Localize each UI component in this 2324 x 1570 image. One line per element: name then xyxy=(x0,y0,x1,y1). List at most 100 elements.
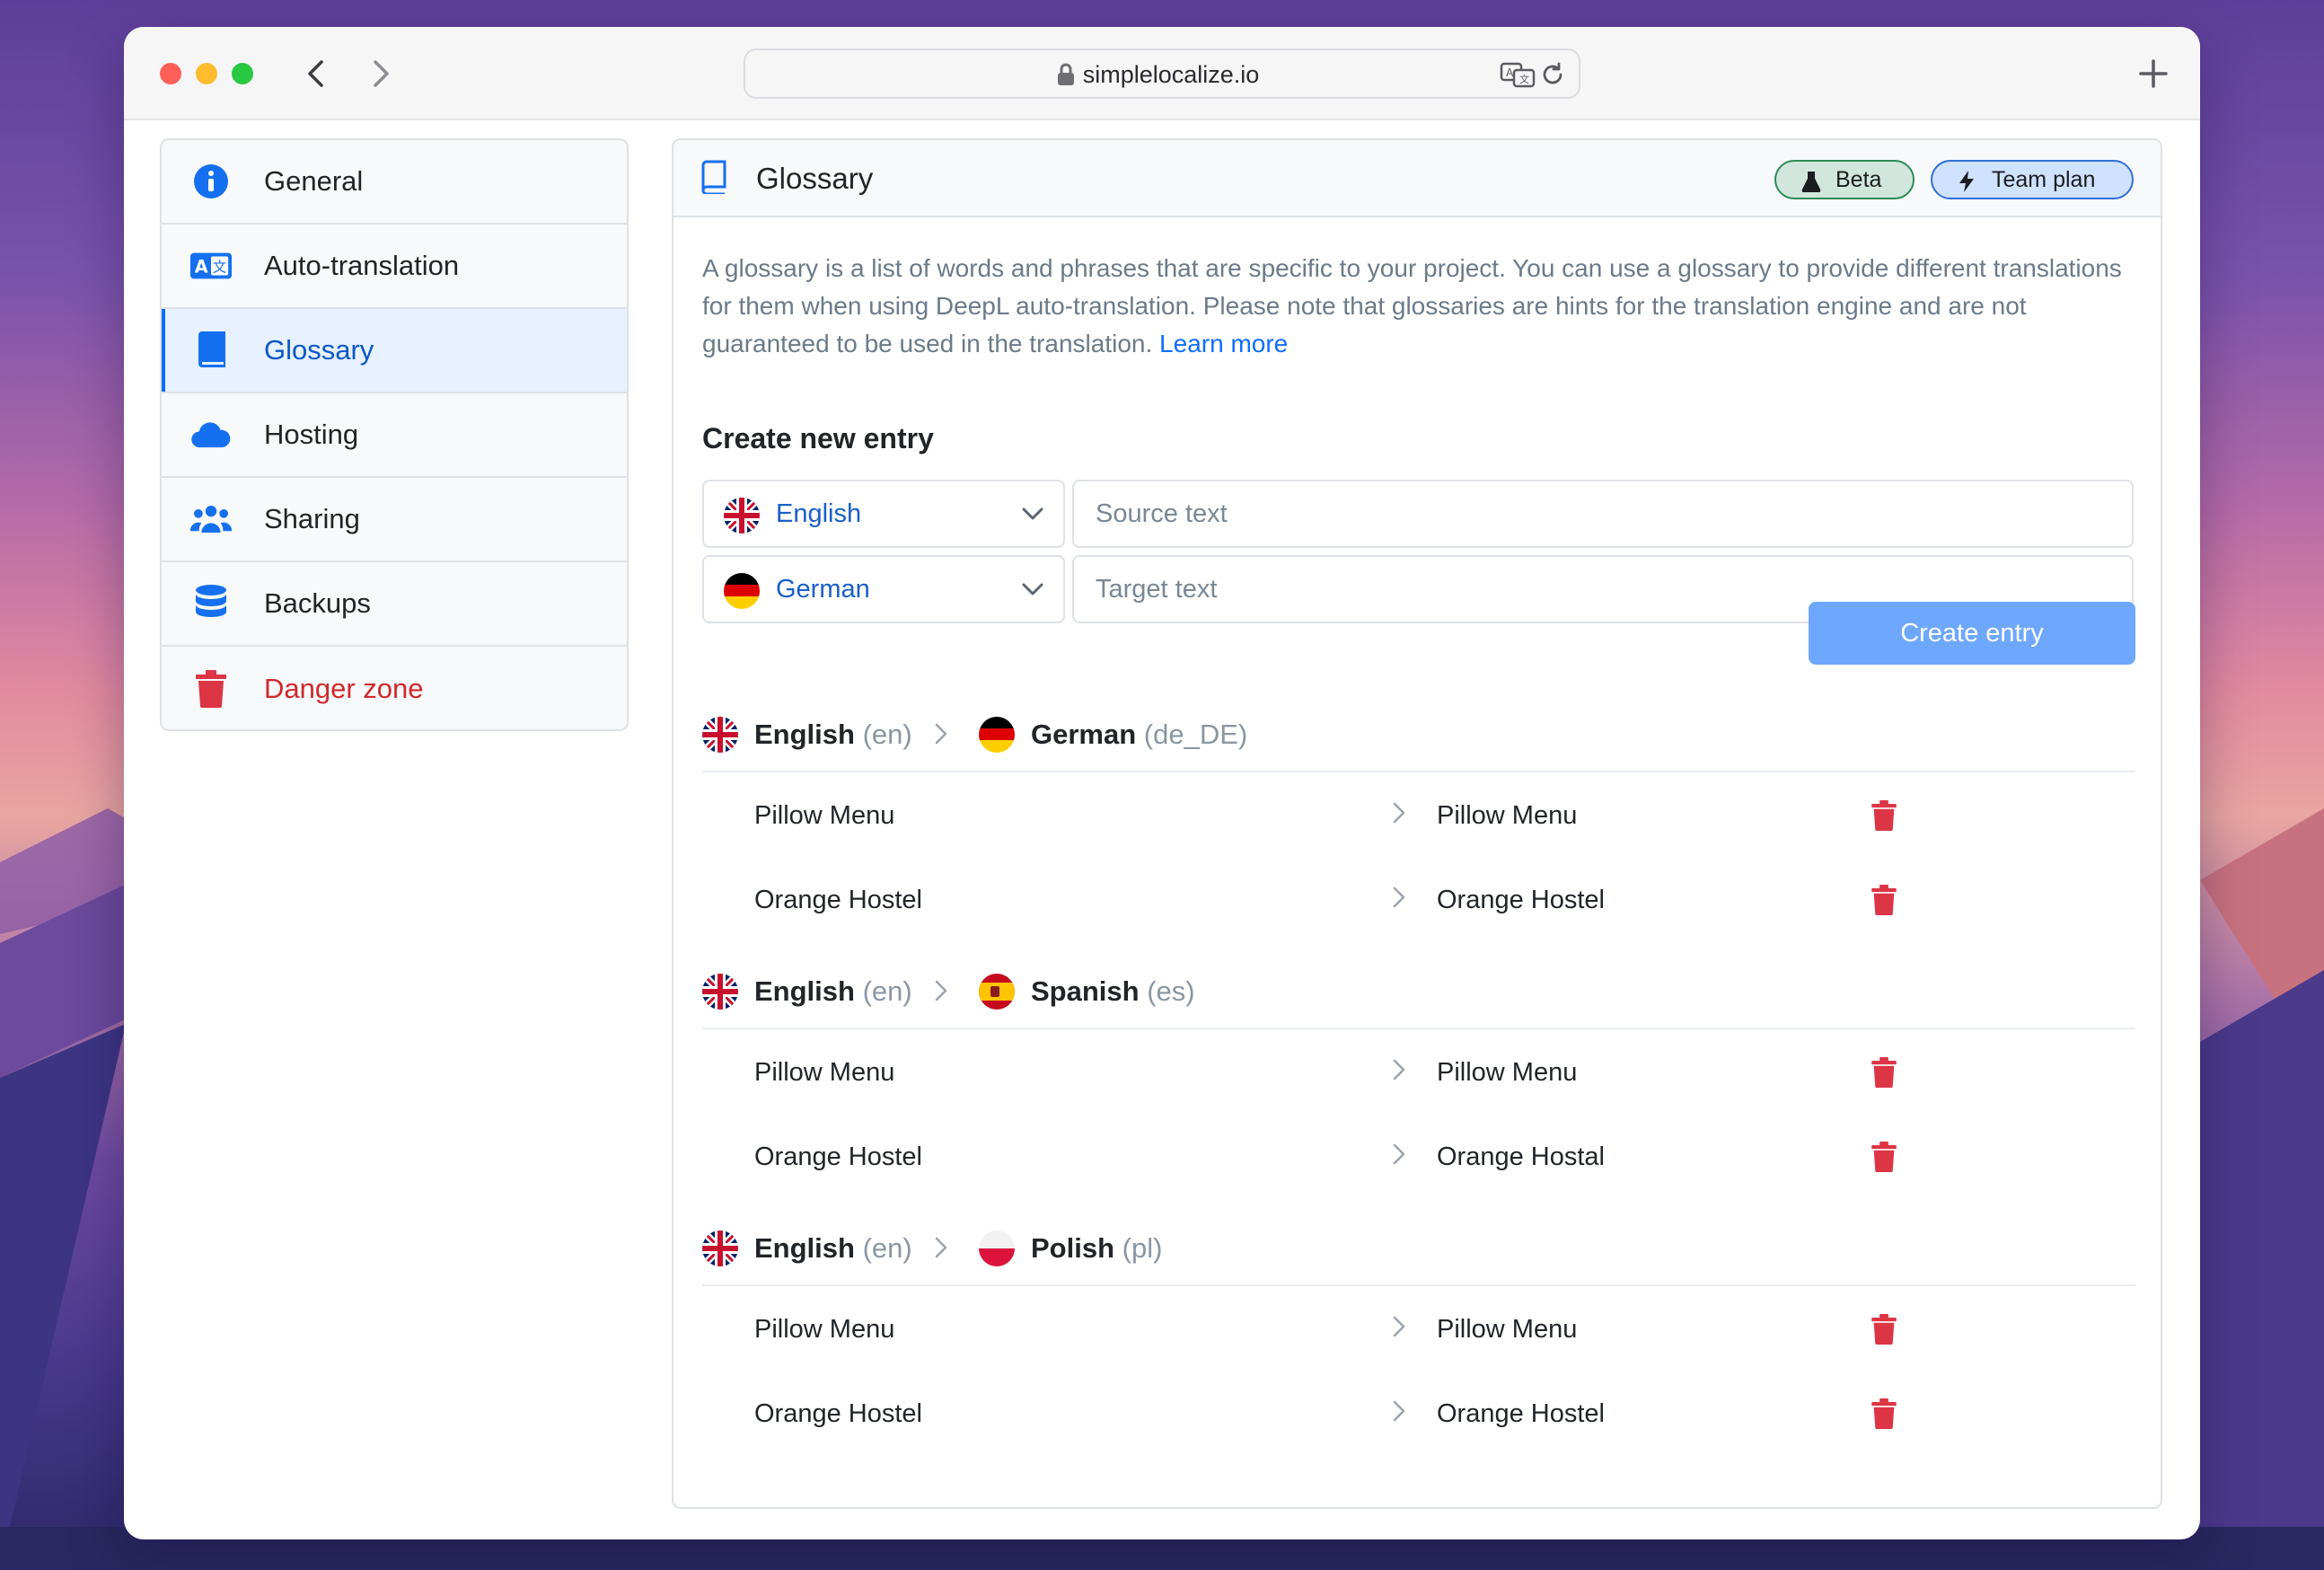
delete-entry-button[interactable] xyxy=(1866,1137,1902,1177)
flask-icon xyxy=(1801,172,1821,192)
delete-entry-button[interactable] xyxy=(1866,880,1902,920)
group-source-language: English (en) xyxy=(754,975,912,1008)
entry-target-text: Orange Hostel xyxy=(1437,886,1605,914)
glossary-group-header: English (en) Polish (pl) xyxy=(702,1209,2135,1286)
delete-entry-button[interactable] xyxy=(1866,1053,1902,1092)
reload-icon[interactable] xyxy=(1539,61,1566,88)
target-language-code: (pl) xyxy=(1122,1232,1163,1264)
sidebar-item-hosting[interactable]: Hosting xyxy=(162,393,627,478)
database-icon xyxy=(190,583,232,624)
source-language-name: English xyxy=(754,975,855,1007)
entry-target-text: Pillow Menu xyxy=(1437,1315,1578,1344)
sidebar-item-label: Auto-translation xyxy=(264,250,460,281)
source-language-name: English xyxy=(754,719,855,750)
target-language-name: German xyxy=(1031,719,1137,750)
group-target-language: Spanish (es) xyxy=(1031,975,1195,1008)
target-language-value: German xyxy=(776,575,870,604)
trash-icon xyxy=(1871,885,1897,915)
translate-icon: A文 xyxy=(190,245,232,287)
chevron-down-icon xyxy=(1022,507,1043,520)
page-translate-icon[interactable]: A文 xyxy=(1500,61,1536,88)
glossary-entry-row: Pillow Menu Pillow Menu xyxy=(702,774,2135,859)
sidebar-item-backups[interactable]: Backups xyxy=(162,562,627,647)
users-icon xyxy=(190,498,232,540)
browser-window: simplelocalize.io A文 General A文 Auto-tra… xyxy=(124,27,2200,1539)
chevron-right-icon xyxy=(1393,1316,1405,1337)
svg-text:A: A xyxy=(1506,66,1514,79)
back-button[interactable] xyxy=(296,54,336,93)
source-language-name: English xyxy=(754,1232,855,1264)
chevron-right-icon xyxy=(1393,1400,1405,1422)
sidebar-item-auto-translation[interactable]: A文 Auto-translation xyxy=(162,225,627,309)
entry-target-text: Pillow Menu xyxy=(1437,801,1578,830)
sidebar-item-glossary[interactable]: Glossary xyxy=(162,309,627,393)
glossary-entry-row: Orange Hostel Orange Hostel xyxy=(702,1372,2135,1457)
forward-button[interactable] xyxy=(361,54,401,93)
spain-flag-icon xyxy=(979,974,1015,1010)
glossary-group-header: English (en) German (de_DE) xyxy=(702,695,2135,772)
target-language-code: (es) xyxy=(1147,975,1195,1007)
trash-icon xyxy=(1871,1142,1897,1172)
source-language-code: (en) xyxy=(862,719,912,750)
description-text: A glossary is a list of words and phrase… xyxy=(702,254,2122,357)
delete-entry-button[interactable] xyxy=(1866,796,1902,835)
new-tab-plus-icon[interactable] xyxy=(2134,54,2173,93)
source-language-code: (en) xyxy=(862,1232,912,1264)
entry-target-text: Orange Hostel xyxy=(1437,1399,1605,1428)
book-outline-icon xyxy=(701,160,726,194)
beta-badge: Beta xyxy=(1774,160,1915,199)
chevron-down-icon xyxy=(1022,583,1043,595)
lightning-icon xyxy=(1959,171,1974,192)
sidebar-item-label: Glossary xyxy=(264,334,374,366)
group-target-language: German (de_DE) xyxy=(1031,719,1247,751)
close-window-button[interactable] xyxy=(160,63,181,84)
target-language-code: (de_DE) xyxy=(1143,719,1248,750)
trash-icon xyxy=(1871,1057,1897,1088)
germany-flag-icon xyxy=(724,573,760,609)
group-target-language: Polish (pl) xyxy=(1031,1232,1162,1265)
chevron-right-icon xyxy=(1393,802,1405,824)
entry-source-text: Pillow Menu xyxy=(754,1058,895,1087)
minimize-window-button[interactable] xyxy=(196,63,217,84)
trash-icon xyxy=(1871,1398,1897,1429)
sidebar-item-label: Hosting xyxy=(264,419,359,450)
create-entry-button[interactable]: Create entry xyxy=(1809,602,2135,665)
cloud-icon xyxy=(190,414,232,455)
sidebar-item-danger-zone[interactable]: Danger zone xyxy=(162,647,627,729)
create-entry-heading: Create new entry xyxy=(702,422,934,454)
source-language-value: English xyxy=(776,499,862,528)
source-language-code: (en) xyxy=(862,975,912,1007)
delete-entry-button[interactable] xyxy=(1866,1310,1902,1349)
entry-target-text: Orange Hostal xyxy=(1437,1142,1605,1171)
sidebar-item-label: Backups xyxy=(264,587,371,619)
learn-more-link[interactable]: Learn more xyxy=(1159,330,1288,357)
delete-entry-button[interactable] xyxy=(1866,1394,1902,1433)
entry-source-text: Pillow Menu xyxy=(754,801,895,830)
sidebar-item-label: Sharing xyxy=(264,503,360,534)
book-icon xyxy=(190,330,232,371)
maximize-window-button[interactable] xyxy=(232,63,253,84)
sidebar-item-general[interactable]: General xyxy=(162,140,627,225)
url-text: simplelocalize.io xyxy=(1082,61,1260,88)
group-source-language: English (en) xyxy=(754,1232,912,1265)
chevron-right-icon xyxy=(1393,1059,1405,1080)
svg-text:文: 文 xyxy=(1519,73,1529,85)
chevron-right-icon xyxy=(1393,886,1405,908)
chevron-right-icon xyxy=(1393,1143,1405,1165)
panel-header: Glossary Beta Team plan xyxy=(673,140,2161,217)
trash-icon xyxy=(1871,1314,1897,1345)
target-language-select[interactable]: German xyxy=(702,555,1065,623)
target-language-name: Polish xyxy=(1031,1232,1115,1264)
entry-target-text: Pillow Menu xyxy=(1437,1058,1578,1087)
beta-badge-label: Beta xyxy=(1835,166,1882,192)
source-language-select[interactable]: English xyxy=(702,480,1065,548)
svg-text:A: A xyxy=(195,257,208,278)
sidebar-item-label: Danger zone xyxy=(264,673,424,704)
address-bar[interactable]: simplelocalize.io A文 xyxy=(744,49,1580,99)
group-source-language: English (en) xyxy=(754,719,912,751)
glossary-entry-row: Orange Hostel Orange Hostel xyxy=(702,859,2135,943)
source-text-input[interactable] xyxy=(1072,480,2134,548)
entry-source-text: Orange Hostel xyxy=(754,1399,922,1428)
team-plan-badge: Team plan xyxy=(1931,160,2134,199)
sidebar-item-sharing[interactable]: Sharing xyxy=(162,478,627,562)
